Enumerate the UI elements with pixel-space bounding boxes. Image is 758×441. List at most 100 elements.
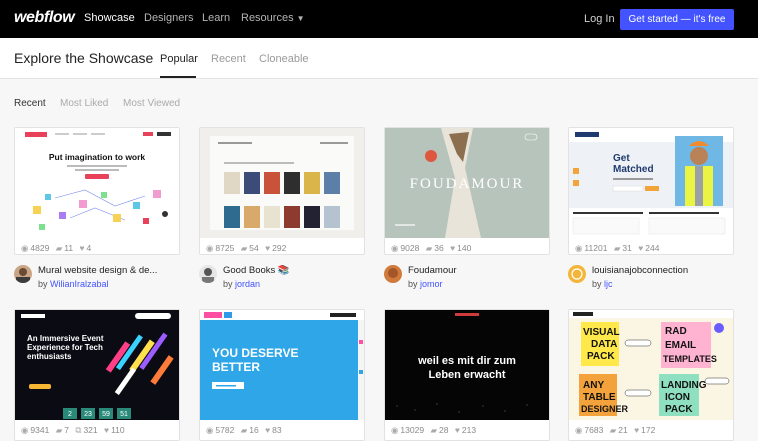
- card-stats: ◉ 11201 ▰ 31 ♥ 244: [575, 243, 663, 254]
- heart-icon[interactable]: ♥: [265, 425, 270, 435]
- showcase-card[interactable]: YOU DESERVE BETTER ◉ 5782 ▰ 16 ♥ 83: [199, 309, 365, 441]
- author-link[interactable]: jordan: [235, 279, 260, 289]
- avatar[interactable]: [384, 265, 402, 283]
- card-thumbnail[interactable]: VISUAL DATA PACK RAD EMAIL TEMPLATES ANY…: [569, 310, 733, 420]
- eye-icon: ◉: [206, 243, 214, 253]
- card-meta: louisianajobconnection by ljc: [568, 265, 743, 293]
- nav-learn[interactable]: Learn: [202, 12, 230, 24]
- get-started-button[interactable]: Get started — it's free: [620, 9, 734, 30]
- showcase-card[interactable]: Get Matched ◉ 11201 ▰ 31 ♥ 244: [568, 127, 734, 255]
- view-count: 9341: [30, 425, 50, 435]
- card-thumbnail[interactable]: An Immersive Event Experience for Tech e…: [15, 310, 179, 420]
- card-thumbnail[interactable]: weil es mit dir zum Leben erwacht: [385, 310, 549, 420]
- showcase-card[interactable]: VISUAL DATA PACK RAD EMAIL TEMPLATES ANY…: [568, 309, 734, 441]
- card-author-line: by WilianIralzabal: [38, 279, 109, 289]
- eye-icon: ◉: [21, 243, 29, 253]
- eye-icon: ◉: [575, 425, 583, 435]
- thumb-word: DATA: [591, 339, 617, 350]
- by-label: by: [592, 279, 602, 289]
- heart-icon[interactable]: ♥: [450, 243, 455, 253]
- showcase-card[interactable]: ◉ 8725 ▰ 54 ♥ 292: [199, 127, 365, 255]
- by-label: by: [38, 279, 48, 289]
- comment-icon: ▰: [55, 243, 63, 253]
- showcase-card[interactable]: FOUDAMOUR ◉ 9028 ▰ 36 ♥ 140: [384, 127, 550, 255]
- card-thumbnail[interactable]: FOUDAMOUR: [385, 128, 549, 238]
- comment-count: 36: [434, 243, 444, 253]
- login-link[interactable]: Log In: [584, 13, 615, 25]
- comment-count: 28: [438, 425, 449, 435]
- avatar[interactable]: [199, 265, 217, 283]
- card-title[interactable]: Good Books 📚: [223, 265, 373, 276]
- eye-icon: ◉: [575, 243, 583, 253]
- like-count: 244: [645, 243, 660, 253]
- by-label: by: [223, 279, 233, 289]
- counter: 2: [68, 411, 72, 418]
- card-author-line: by jomor: [408, 279, 443, 289]
- thumb-headline-line1: YOU DESERVE: [212, 346, 298, 360]
- heart-icon[interactable]: ♥: [79, 243, 84, 253]
- heart-icon[interactable]: ♥: [455, 425, 460, 435]
- like-count: 213: [461, 425, 477, 435]
- avatar[interactable]: [14, 265, 32, 283]
- nav-showcase[interactable]: Showcase: [84, 12, 135, 24]
- eye-icon: ◉: [391, 243, 399, 253]
- chevron-down-icon: ▼: [296, 14, 305, 23]
- card-stats: ◉ 8725 ▰ 54 ♥ 292: [206, 243, 290, 254]
- thumb-headline: Put imagination to work: [49, 152, 146, 162]
- by-label: by: [408, 279, 418, 289]
- author-link[interactable]: jomor: [420, 279, 443, 289]
- heart-icon[interactable]: ♥: [638, 243, 643, 253]
- card-title[interactable]: louisianajobconnection: [592, 265, 742, 276]
- thumb-word: VISUAL: [583, 327, 620, 338]
- like-count: 292: [272, 243, 287, 253]
- card-author-line: by jordan: [223, 279, 260, 289]
- showcase-card[interactable]: An Immersive Event Experience for Tech e…: [14, 309, 180, 441]
- comment-count: 16: [249, 425, 259, 435]
- counter: 51: [120, 411, 128, 418]
- thumb-word: TEMPLATES: [663, 354, 717, 364]
- author-link[interactable]: WilianIralzabal: [50, 279, 109, 289]
- heart-icon[interactable]: ♥: [104, 425, 109, 435]
- like-count: 140: [457, 243, 472, 253]
- showcase-card[interactable]: Put imagination to work ◉ 4829 ▰ 11 ♥ 4: [14, 127, 180, 255]
- counter: 23: [84, 411, 92, 418]
- author-link[interactable]: ljc: [604, 279, 613, 289]
- comment-count: 31: [622, 243, 632, 253]
- filter-most-viewed[interactable]: Most Viewed: [123, 98, 180, 109]
- nav-resources[interactable]: Resources ▼: [241, 12, 305, 24]
- card-meta: Mural website design & de... by WilianIr…: [14, 265, 189, 293]
- clone-count: 321: [83, 425, 98, 435]
- comment-count: 11: [64, 243, 74, 253]
- heart-icon[interactable]: ♥: [634, 425, 639, 435]
- comment-icon: ▰: [609, 425, 617, 435]
- tab-recent[interactable]: Recent: [211, 53, 246, 65]
- eye-icon: ◉: [21, 425, 29, 435]
- like-count: 83: [272, 425, 282, 435]
- avatar[interactable]: [568, 265, 586, 283]
- card-thumbnail[interactable]: Put imagination to work: [15, 128, 179, 238]
- card-thumbnail[interactable]: YOU DESERVE BETTER: [200, 310, 364, 420]
- tab-cloneable[interactable]: Cloneable: [259, 53, 309, 65]
- thumb-headline-line1: Get: [613, 153, 630, 164]
- nav-designers[interactable]: Designers: [144, 12, 194, 24]
- tab-popular[interactable]: Popular: [160, 53, 198, 65]
- showcase-header: Explore the Showcase Popular Recent Clon…: [0, 38, 758, 79]
- like-count: 110: [111, 425, 125, 435]
- view-count: 13029: [400, 425, 425, 435]
- filter-most-liked[interactable]: Most Liked: [60, 98, 108, 109]
- card-stats: ◉ 9028 ▰ 36 ♥ 140: [391, 243, 475, 254]
- comment-count: 54: [249, 243, 259, 253]
- thumb-headline-line2: Leben erwacht: [428, 369, 505, 381]
- webflow-logo[interactable]: webflow: [14, 9, 75, 27]
- comment-icon: ▰: [240, 425, 248, 435]
- card-thumbnail[interactable]: Get Matched: [569, 128, 733, 238]
- thumb-word: RAD: [665, 326, 687, 337]
- card-title[interactable]: Foudamour: [408, 265, 558, 276]
- heart-icon[interactable]: ♥: [265, 243, 270, 253]
- comment-icon: ▰: [613, 243, 621, 253]
- filter-recent[interactable]: Recent: [14, 98, 46, 109]
- card-thumbnail[interactable]: [200, 128, 364, 238]
- card-title[interactable]: Mural website design & de...: [38, 265, 188, 276]
- page-title: Explore the Showcase: [14, 50, 154, 66]
- showcase-card[interactable]: weil es mit dir zum Leben erwacht ◉ 13029…: [384, 309, 550, 441]
